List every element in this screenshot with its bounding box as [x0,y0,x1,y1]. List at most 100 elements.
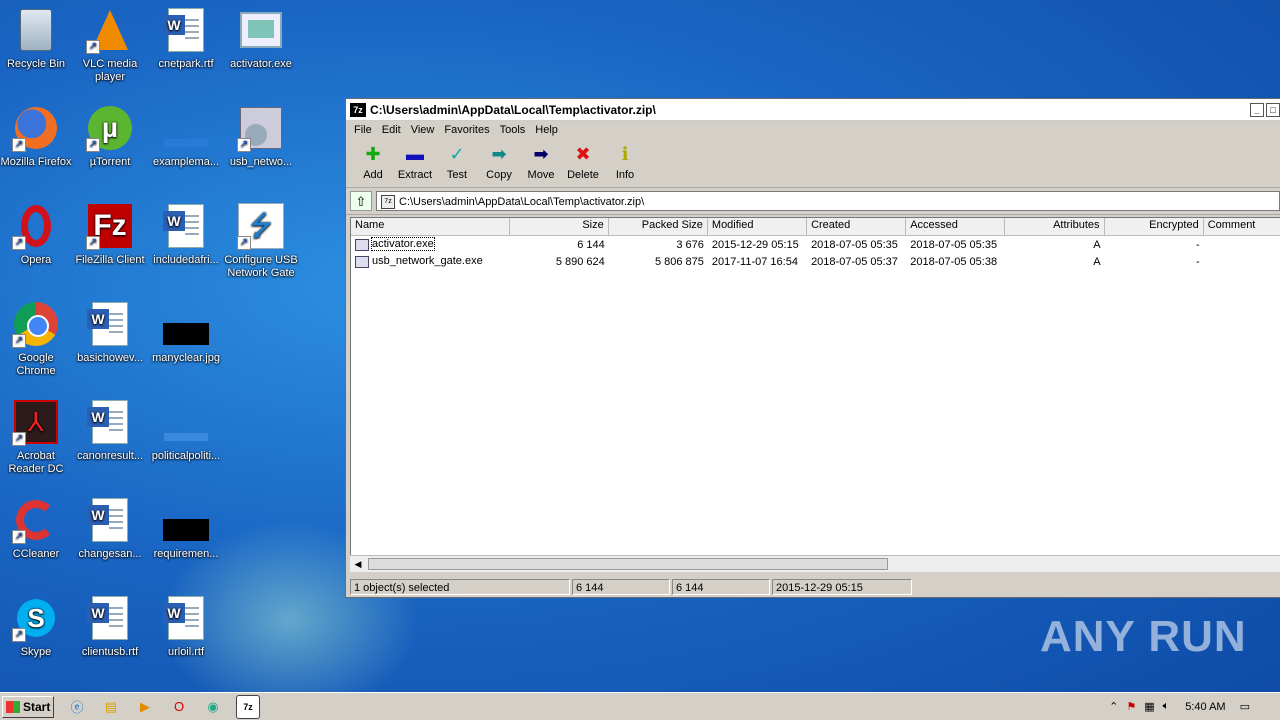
ccleaner-logo-icon: ↗ [12,496,60,544]
ccleaner-icon[interactable]: ↗ CCleaner [0,496,74,561]
icon-label: Opera [20,254,52,266]
doc-icon[interactable]: W clientusb.rtf [72,594,148,659]
word-doc-icon: W [86,398,134,446]
up-folder-icon[interactable]: ⇧ [350,191,372,211]
recycle-bin-icon[interactable]: Recycle Bin [0,6,74,71]
cell-encrypted: - [1196,238,1200,251]
acrobat-icon[interactable]: ⅄ ↗ Acrobat Reader DC [0,398,74,476]
ie-icon[interactable]: ⓔ [66,696,88,718]
scroll-thumb[interactable] [368,558,888,570]
anyrun-watermark: ANY RUN [1040,612,1247,661]
icon-label: politicalpoliti... [151,450,221,462]
word-doc-icon: W [162,202,210,250]
scroll-left-icon[interactable]: ◀ [352,558,364,570]
clock[interactable]: 5:40 AM [1185,701,1225,713]
chrome-taskbar-icon[interactable]: ◉ [202,696,224,718]
icon-label: manyclear.jpg [152,352,220,364]
utorrent-icon[interactable]: µ ↗ µTorrent [72,104,148,169]
col-comment[interactable]: Comment [1204,218,1280,235]
col-name[interactable]: Name [351,218,510,235]
table-row[interactable]: activator.exe 6 144 3 676 2015-12-29 05:… [351,236,1280,253]
skype-logo-icon: S ↗ [12,594,60,642]
filezilla-icon[interactable]: Fz ↗ FileZilla Client [72,202,148,267]
menu-file[interactable]: File [350,124,378,136]
address-bar: ⇧ C:\Users\admin\AppData\Local\Temp\acti… [346,188,1280,215]
table-row[interactable]: usb_network_gate.exe 5 890 624 5 806 875… [351,253,1280,270]
chevron-up-icon[interactable]: ⌃ [1109,700,1118,713]
start-button[interactable]: Start [2,695,54,718]
x-icon: ✖ [575,144,591,164]
7zip-window[interactable]: 7z C:\Users\admin\AppData\Local\Temp\act… [345,98,1280,598]
file-name: activator.exe [371,237,435,252]
configure-usb-icon[interactable]: ⭍ ↗ Configure USB Network Gate [223,202,299,280]
icon-label: Acrobat Reader DC [8,450,64,475]
info-button[interactable]: ℹ Info [604,139,646,187]
exe-file-icon [355,238,369,251]
doc-icon[interactable]: W canonresult... [72,398,148,463]
move-button[interactable]: ➡ Move [520,139,562,187]
file-icon[interactable]: examplema... [148,104,224,169]
copy-button[interactable]: ➡ Copy [478,139,520,187]
installer-disk-icon: ↗ [237,104,285,152]
col-size[interactable]: Size [510,218,609,235]
doc-icon[interactable]: W includedafri... [148,202,224,267]
menu-tools[interactable]: Tools [496,124,532,136]
status-size: 6 144 [572,579,670,595]
window-title: C:\Users\admin\AppData\Local\Temp\activa… [370,102,656,117]
plus-icon: ✚ [365,144,381,164]
icon-label: examplema... [152,156,220,168]
add-button[interactable]: ✚ Add [352,139,394,187]
network-icon[interactable]: ▦ [1144,700,1154,713]
maximize-icon[interactable]: □ [1266,102,1280,117]
menu-help[interactable]: Help [531,124,564,136]
status-packed: 6 144 [672,579,770,595]
doc-icon[interactable]: W changesan... [72,496,148,561]
folder-icon[interactable]: ▤ [100,696,122,718]
col-created[interactable]: Created [807,218,907,235]
extract-button[interactable]: ▬ Extract [394,139,436,187]
volume-icon[interactable]: 🔈︎ [1163,700,1170,713]
skype-icon[interactable]: S ↗ Skype [0,594,74,659]
icon-label: Configure USB Network Gate [224,254,298,279]
icon-label: usb_netwo... [229,156,293,168]
file-icon[interactable]: politicalpoliti... [148,398,224,463]
chrome-icon[interactable]: ↗ Google Chrome [0,300,74,378]
image-file-icon[interactable]: manyclear.jpg [148,300,224,365]
file-list[interactable]: Name Size Packed Size Modified Created A… [350,217,1280,557]
flag-alert-icon[interactable]: ⚑ [1126,700,1136,713]
horizontal-scrollbar[interactable]: ◀ [350,555,1280,572]
icon-label: FileZilla Client [75,254,145,266]
menu-edit[interactable]: Edit [378,124,407,136]
vlc-icon[interactable]: ↗ VLC media player [72,6,148,84]
window-titlebar[interactable]: 7z C:\Users\admin\AppData\Local\Temp\act… [346,99,1280,121]
status-selected: 1 object(s) selected [350,579,570,595]
col-packed-size[interactable]: Packed Size [609,218,708,235]
test-button[interactable]: ✓ Test [436,139,478,187]
exe-icon[interactable]: activator.exe [223,6,299,71]
image-file-icon[interactable]: requiremen... [148,496,224,561]
path-field[interactable]: C:\Users\admin\AppData\Local\Temp\activa… [376,191,1280,211]
show-desktop-icon[interactable]: ▭ [1240,700,1250,713]
icon-label: clientusb.rtf [81,646,139,658]
col-modified[interactable]: Modified [708,218,808,235]
delete-button[interactable]: ✖ Delete [562,139,604,187]
doc-icon[interactable]: W cnetpark.rtf [148,6,224,71]
minimize-icon[interactable]: _ [1250,102,1264,117]
menu-view[interactable]: View [407,124,441,136]
doc-icon[interactable]: W urloil.rtf [148,594,224,659]
toolbar: ✚ Add ▬ Extract ✓ Test ➡ Copy ➡ Move ✖ Delete … [346,139,1280,188]
opera-icon[interactable]: ↗ Opera [0,202,74,267]
col-accessed[interactable]: Accessed [906,218,1006,235]
media-player-icon[interactable]: ▶ [134,696,156,718]
cell-accessed: 2018-07-05 05:35 [910,238,998,251]
doc-icon[interactable]: W basichowev... [72,300,148,365]
installer-icon[interactable]: ↗ usb_netwo... [223,104,299,169]
menu-favorites[interactable]: Favorites [440,124,495,136]
col-encrypted[interactable]: Encrypted [1105,218,1204,235]
icon-label: urloil.rtf [167,646,205,658]
system-tray: ⌃ ⚑ ▦ 🔈︎ 5:40 AM ▭ [1109,700,1280,713]
col-attributes[interactable]: Attributes [1005,218,1105,235]
firefox-icon[interactable]: ↗ Mozilla Firefox [0,104,74,169]
opera-taskbar-icon[interactable]: O [168,696,190,718]
7zip-taskbar-icon[interactable]: 7z [236,694,260,719]
